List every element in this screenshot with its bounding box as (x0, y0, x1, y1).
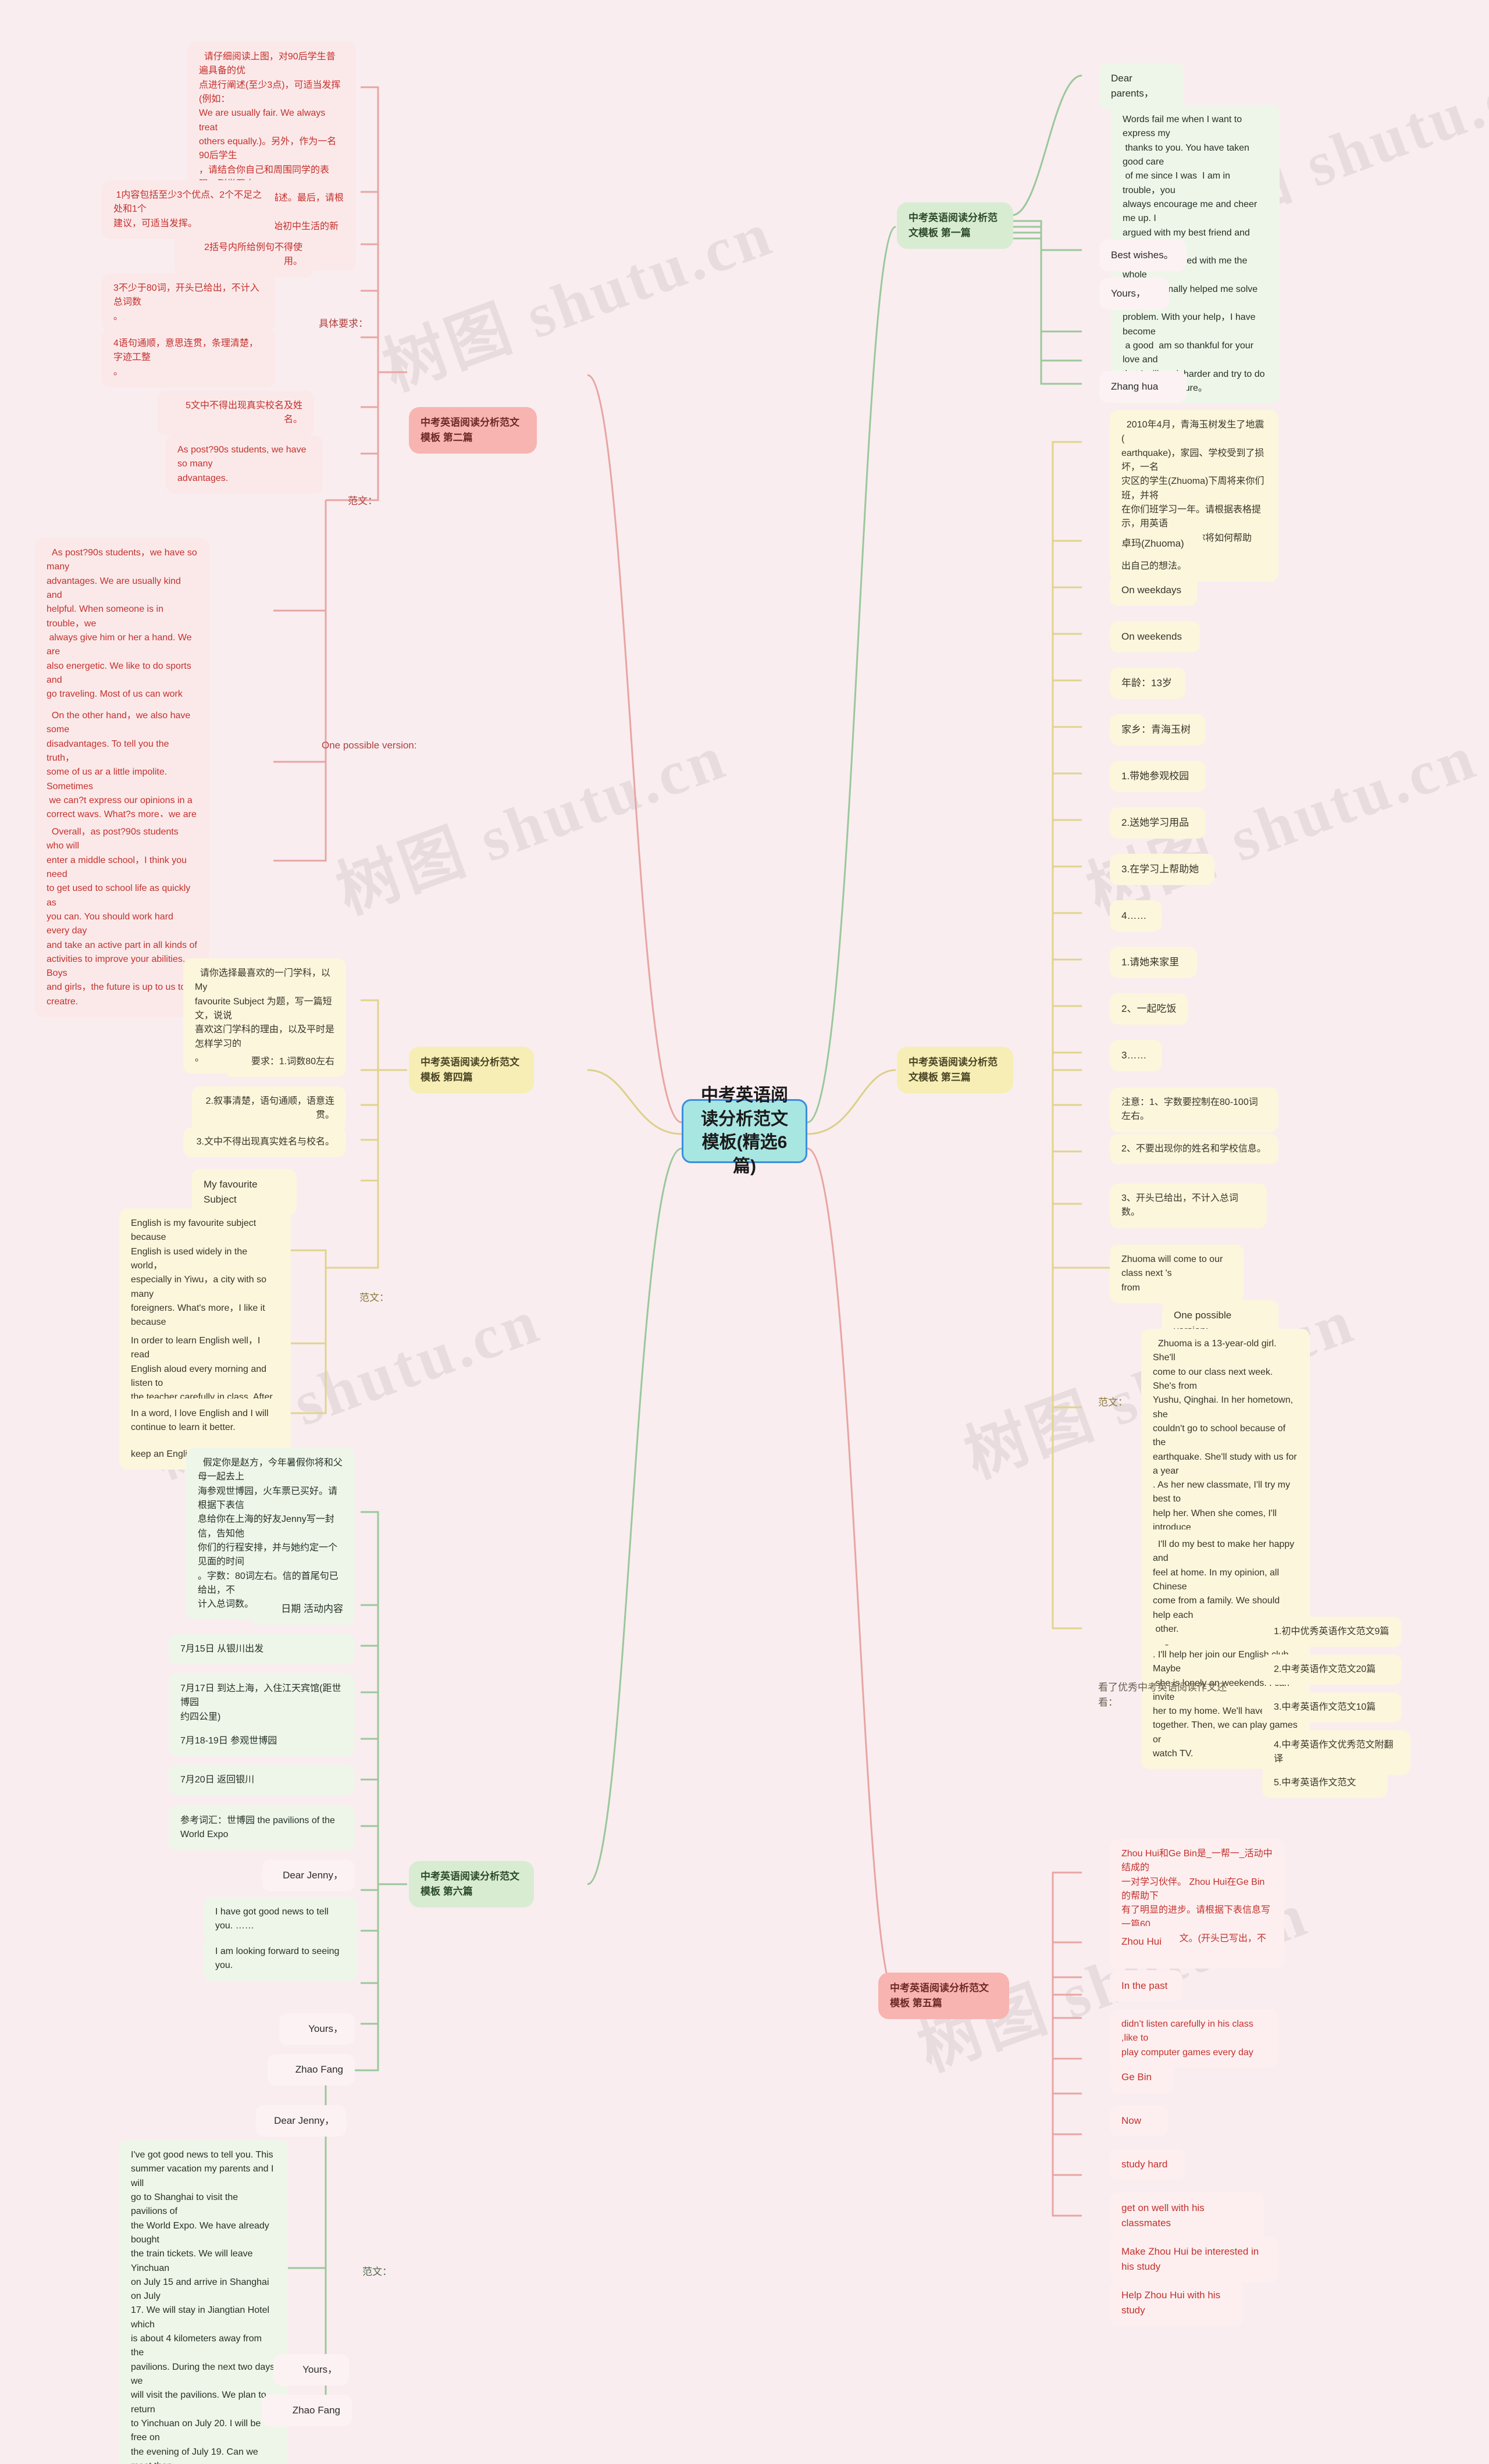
p2-requirement-1[interactable]: 1内容包括至少3个优点、2个不足之处和1个 建议，可适当发挥。 (102, 180, 275, 239)
p3-item-9[interactable]: 1.请她来家里 (1110, 947, 1197, 978)
p3-item-1[interactable]: On weekdays (1110, 575, 1197, 606)
p2-requirement-4[interactable]: 4语句通顺，意思连贯，条理清楚，字迹工整 。 (102, 329, 275, 387)
p2-version-label: One possible version: (322, 740, 417, 751)
branch-label-2[interactable]: 中考英语阅读分析范文模板 第二篇 (409, 407, 537, 454)
center-title: 中考英语阅读分析范文模板(精选6篇) (701, 1086, 788, 1176)
p3-note-2[interactable]: 2、不要出现你的姓名和学校信息。 (1110, 1134, 1278, 1165)
branch-label-5[interactable]: 中考英语阅读分析范文模板 第五篇 (878, 1973, 1009, 2019)
branch-label-6[interactable]: 中考英语阅读分析范文模板 第六篇 (409, 1861, 534, 1907)
mindmap-canvas: 树图 shutu.cn 树图 shutu.cn 树图 shutu.cn 树图 s… (0, 0, 1489, 2464)
p6-opening-yours[interactable]: Yours， (279, 2013, 355, 2045)
p5-item-7[interactable]: Make Zhou Hui be interested in his study (1110, 2236, 1278, 2283)
p5-item-4[interactable]: Now (1110, 2105, 1168, 2137)
p3-item-8[interactable]: 4…… (1110, 900, 1162, 932)
p6-table-header[interactable]: 日期 活动内容 (250, 1593, 355, 1625)
p4-requirement-2[interactable]: 2.叙事清楚，语句通顺，语意连贯。 (192, 1086, 346, 1131)
branch-label-1[interactable]: 中考英语阅读分析范文模板 第一篇 (897, 202, 1013, 249)
p3-opening[interactable]: Zhuoma will come to our class next 's fr… (1110, 1245, 1244, 1303)
p1-salutation[interactable]: Dear parents， (1099, 63, 1184, 109)
branch-label-3[interactable]: 中考英语阅读分析范文模板 第三篇 (897, 1047, 1013, 1093)
p6-row-4[interactable]: 7月20日 返回银川 (169, 1765, 355, 1796)
p6-opening-line-2[interactable]: I am looking forward to seeing you. (204, 1937, 358, 1981)
watermark: 树图 shutu.cn (375, 198, 782, 404)
p6-row-2[interactable]: 7月17日 到达上海，入住江天宾馆(距世博园 约四公里) (169, 1674, 355, 1732)
p2-requirement-2[interactable]: 2括号内所给例句不得使用。 (174, 233, 314, 277)
p6-row-3[interactable]: 7月18-19日 参观世博园 (169, 1726, 355, 1757)
p6-opening-salutation[interactable]: Dear Jenny， (262, 1860, 355, 1891)
p3-item-2[interactable]: On weekends (1110, 621, 1200, 652)
p3-more-item-5[interactable]: 5.中考英语作文范文 (1262, 1768, 1387, 1799)
p4-requirement-1[interactable]: 要求：1.词数80左右 (224, 1047, 346, 1078)
p3-fanwen-label: 范文： (1098, 1397, 1128, 1408)
p3-more-item-3[interactable]: 3.中考英语作文范文10篇 (1262, 1692, 1402, 1723)
p6-opening-signature[interactable]: Zhao Fang (268, 2054, 355, 2085)
p2-requirement-5[interactable]: 5文中不得出现真实校名及姓名。 (157, 391, 314, 436)
p3-item-4[interactable]: 家乡：青海玉树 (1110, 714, 1206, 746)
p1-yours[interactable]: Yours， (1099, 278, 1169, 309)
p3-more-item-1[interactable]: 1.初中优秀英语作文范文9篇 (1262, 1617, 1402, 1648)
p6-letter-signature[interactable]: Zhao Fang (262, 2395, 352, 2426)
p1-signature[interactable]: Zhang hua (1099, 371, 1187, 402)
p3-item-10[interactable]: 2、一起吃饭 (1110, 993, 1188, 1025)
p6-fanwen-label: 范文： (362, 2266, 392, 2277)
p2-opening[interactable]: As post?90s students, we have so many ad… (166, 435, 323, 494)
p4-fanwen-label: 范文： (359, 1292, 389, 1303)
p6-letter-salutation[interactable]: Dear Jenny， (256, 2105, 346, 2137)
p3-more-item-2[interactable]: 2.中考英语作文范文20篇 (1262, 1654, 1402, 1685)
p5-item-2[interactable]: didn’t listen carefully in his class ,li… (1110, 2009, 1278, 2068)
p5-item-5[interactable]: study hard (1110, 2149, 1185, 2180)
p3-item-7[interactable]: 3.在学习上帮助她 (1110, 854, 1214, 885)
p5-item-8[interactable]: Help Zhou Hui with his study (1110, 2280, 1244, 2326)
p6-letter-yours[interactable]: Yours， (273, 2354, 349, 2385)
p1-best-wishes[interactable]: Best wishes。 (1099, 240, 1187, 271)
branch-label-4[interactable]: 中考英语阅读分析范文模板 第四篇 (409, 1047, 534, 1093)
p5-item-3[interactable]: Ge Bin (1110, 2062, 1174, 2093)
p3-item-5[interactable]: 1.带她参观校园 (1110, 761, 1206, 792)
p3-item-6[interactable]: 2.送她学习用品 (1110, 807, 1206, 839)
center-node[interactable]: 中考英语阅读分析范文模板(精选6篇) (682, 1086, 807, 1176)
p3-note-3[interactable]: 3、开头已给出，不计入总词数。 (1110, 1183, 1267, 1228)
p5-item-1[interactable]: In the past (1110, 1970, 1182, 2002)
p3-item-3[interactable]: 年龄：13岁 (1110, 668, 1185, 699)
p3-item-0[interactable]: 卓玛(Zhuoma) (1110, 528, 1203, 559)
p5-item-0[interactable]: Zhou Hui (1110, 1926, 1180, 1957)
p3-more-label: 看了优秀中考英语阅读作文还看： (1098, 1682, 1227, 1708)
p2-fanwen-label: 范文： (348, 495, 377, 507)
p3-note-1[interactable]: 注意：1、字数要控制在80-100词左右。 (1110, 1087, 1278, 1132)
p2-requirement-label: 具体要求： (319, 318, 368, 329)
p6-opening-line-1[interactable]: I have got good news to tell you. …… (204, 1897, 358, 1942)
p3-item-11[interactable]: 3…… (1110, 1040, 1162, 1071)
p6-vocab[interactable]: 参考词汇：世博园 the pavilions of the World Expo (169, 1806, 355, 1850)
p2-requirement-3[interactable]: 3不少于80词，开头已给出，不计入总词数 。 (102, 273, 275, 332)
p4-requirement-3[interactable]: 3.文中不得出现真实姓名与校名。 (183, 1127, 346, 1158)
p6-row-1[interactable]: 7月15日 从银川出发 (169, 1634, 355, 1665)
p4-paragraph-3[interactable]: In a word, I love English and I will con… (119, 1399, 291, 1443)
p5-item-6[interactable]: get on well with his classmates (1110, 2192, 1264, 2239)
